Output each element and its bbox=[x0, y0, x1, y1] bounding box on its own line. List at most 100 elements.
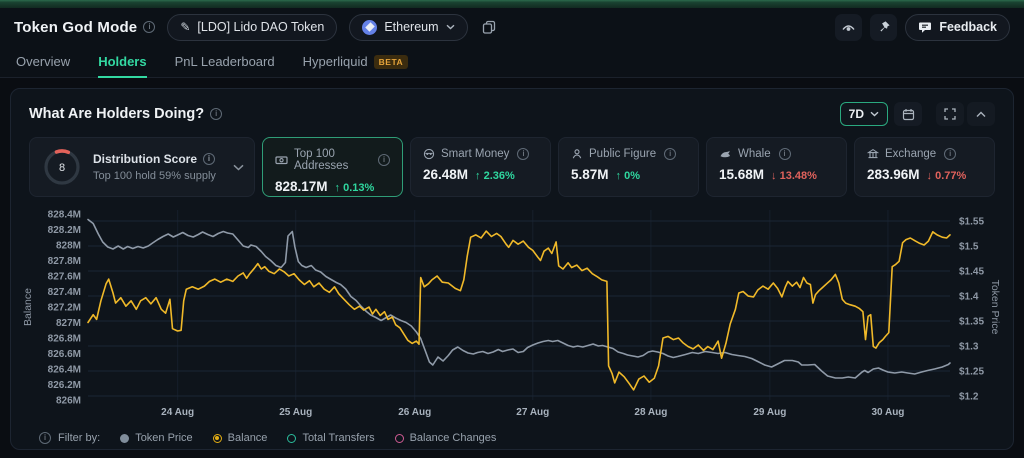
time-range-select[interactable]: 7D bbox=[840, 102, 888, 126]
pin-button[interactable] bbox=[870, 14, 897, 41]
filter-token-price[interactable]: Token Price bbox=[120, 432, 192, 444]
holder-stats-row: 8 Distribution Score i Top 100 hold 59% … bbox=[23, 137, 1001, 197]
svg-text:$1.5: $1.5 bbox=[959, 242, 979, 253]
exchange-icon bbox=[867, 148, 879, 160]
tab-pnl-leaderboard[interactable]: PnL Leaderboard bbox=[175, 46, 275, 77]
info-icon: i bbox=[203, 153, 215, 165]
stat-card-smart-money[interactable]: Smart Money i 26.48M ↑ 2.36% bbox=[410, 137, 551, 197]
public-figure-icon bbox=[571, 148, 583, 160]
token-price-dot-icon bbox=[120, 434, 129, 443]
svg-text:24 Aug: 24 Aug bbox=[161, 407, 194, 418]
collapse-button[interactable] bbox=[967, 102, 995, 126]
svg-text:826.2M: 826.2M bbox=[48, 380, 81, 391]
token-name: [LDO] Lido DAO Token bbox=[197, 20, 324, 34]
svg-text:$1.25: $1.25 bbox=[959, 367, 984, 378]
stat-label: Top 100 Addresses bbox=[294, 148, 370, 172]
stat-card-whale[interactable]: Whale i 15.68M ↓ 13.48% bbox=[706, 137, 847, 197]
chart-filter-legend: i Filter by: Token Price Balance Total T… bbox=[23, 425, 1001, 444]
pencil-icon: ✎ bbox=[180, 20, 190, 34]
pin-icon bbox=[877, 20, 891, 34]
stat-label: Smart Money bbox=[441, 148, 509, 160]
info-icon: i bbox=[944, 148, 956, 160]
stat-value: 828.17M bbox=[275, 179, 328, 194]
svg-text:826.6M: 826.6M bbox=[48, 349, 81, 360]
chevron-down-icon bbox=[446, 24, 455, 30]
svg-text:27 Aug: 27 Aug bbox=[516, 407, 549, 418]
eye-icon bbox=[841, 21, 856, 33]
info-icon: i bbox=[210, 108, 222, 120]
page-title: Token God Mode bbox=[14, 19, 137, 36]
copy-icon bbox=[482, 20, 496, 34]
svg-text:30 Aug: 30 Aug bbox=[871, 407, 904, 418]
chevron-down-icon bbox=[870, 111, 879, 117]
svg-text:28 Aug: 28 Aug bbox=[634, 407, 667, 418]
svg-text:26 Aug: 26 Aug bbox=[398, 407, 431, 418]
calendar-icon bbox=[902, 108, 915, 121]
distribution-score-gauge: 8 bbox=[42, 147, 82, 187]
whale-icon bbox=[719, 148, 732, 160]
fullscreen-icon bbox=[944, 108, 956, 120]
tab-hyperliquid[interactable]: Hyperliquid BETA bbox=[303, 46, 409, 77]
info-icon: i bbox=[378, 154, 390, 166]
svg-text:8: 8 bbox=[59, 162, 65, 174]
balance-dot-icon bbox=[213, 434, 222, 443]
stat-delta: ↑ 0% bbox=[616, 170, 640, 182]
svg-text:29 Aug: 29 Aug bbox=[753, 407, 786, 418]
filter-by-label: Filter by: bbox=[58, 432, 100, 444]
svg-text:827.4M: 827.4M bbox=[48, 287, 81, 298]
panel-title: What Are Holders Doing? bbox=[29, 106, 204, 122]
stat-value: 26.48M bbox=[423, 167, 468, 182]
svg-text:Balance: Balance bbox=[23, 288, 34, 326]
svg-text:827.8M: 827.8M bbox=[48, 256, 81, 267]
distribution-score-subtitle: Top 100 hold 59% supply bbox=[93, 170, 222, 182]
stat-card-public-figure[interactable]: Public Figure i 5.87M ↑ 0% bbox=[558, 137, 699, 197]
stat-delta: ↑ 2.36% bbox=[475, 170, 515, 182]
svg-text:828.2M: 828.2M bbox=[48, 225, 81, 236]
svg-text:826.8M: 826.8M bbox=[48, 334, 81, 345]
svg-text:Token Price: Token Price bbox=[989, 280, 1001, 335]
info-icon: i bbox=[39, 432, 51, 444]
watch-mode-button[interactable] bbox=[835, 14, 862, 41]
stat-label: Whale bbox=[738, 148, 771, 160]
info-icon: i bbox=[143, 21, 155, 33]
info-icon: i bbox=[517, 148, 529, 160]
stat-value: 283.96M bbox=[867, 167, 920, 182]
tab-bar: Overview Holders PnL Leaderboard Hyperli… bbox=[0, 46, 1024, 78]
beta-badge: BETA bbox=[374, 55, 409, 69]
chain-selector-pill[interactable]: Ethereum bbox=[349, 14, 467, 41]
copy-address-button[interactable] bbox=[476, 14, 503, 41]
ethereum-icon bbox=[362, 20, 377, 35]
stat-value: 15.68M bbox=[719, 167, 764, 182]
feedback-button[interactable]: Feedback bbox=[905, 14, 1010, 41]
token-selector-pill[interactable]: ✎ [LDO] Lido DAO Token bbox=[167, 14, 337, 41]
panel-header: What Are Holders Doing? i 7D bbox=[23, 102, 1001, 137]
feedback-label: Feedback bbox=[939, 20, 997, 34]
stat-card-top100[interactable]: Top 100 Addresses i 828.17M ↑ 0.13% bbox=[262, 137, 403, 197]
stat-card-exchange[interactable]: Exchange i 283.96M ↓ 0.77% bbox=[854, 137, 995, 197]
top-accent-strip bbox=[0, 0, 1024, 8]
info-icon: i bbox=[779, 148, 791, 160]
tab-overview[interactable]: Overview bbox=[16, 46, 70, 77]
holders-panel: What Are Holders Doing? i 7D bbox=[10, 88, 1014, 450]
svg-text:$1.45: $1.45 bbox=[959, 267, 984, 278]
distribution-score-card[interactable]: 8 Distribution Score i Top 100 hold 59% … bbox=[29, 137, 255, 197]
fullscreen-button[interactable] bbox=[936, 102, 964, 126]
filter-balance-changes[interactable]: Balance Changes bbox=[395, 432, 497, 444]
filter-total-transfers[interactable]: Total Transfers bbox=[287, 432, 374, 444]
chevron-down-icon[interactable] bbox=[233, 164, 244, 171]
smart-money-icon bbox=[423, 148, 435, 160]
holders-chart[interactable]: 828.4M828.2M828M827.8M827.6M827.4M827.2M… bbox=[23, 204, 1001, 425]
stat-value: 5.87M bbox=[571, 167, 609, 182]
svg-text:826.4M: 826.4M bbox=[48, 365, 81, 376]
balance-changes-dot-icon bbox=[395, 434, 404, 443]
calendar-button[interactable] bbox=[894, 102, 922, 126]
filter-balance[interactable]: Balance bbox=[213, 432, 268, 444]
stat-delta: ↓ 0.77% bbox=[927, 170, 967, 182]
svg-text:$1.3: $1.3 bbox=[959, 342, 979, 353]
stat-delta: ↓ 13.48% bbox=[771, 170, 817, 182]
svg-text:25 Aug: 25 Aug bbox=[279, 407, 312, 418]
tab-holders[interactable]: Holders bbox=[98, 46, 146, 77]
svg-text:828M: 828M bbox=[56, 241, 81, 252]
svg-text:827.6M: 827.6M bbox=[48, 272, 81, 283]
stat-delta: ↑ 0.13% bbox=[335, 182, 375, 194]
